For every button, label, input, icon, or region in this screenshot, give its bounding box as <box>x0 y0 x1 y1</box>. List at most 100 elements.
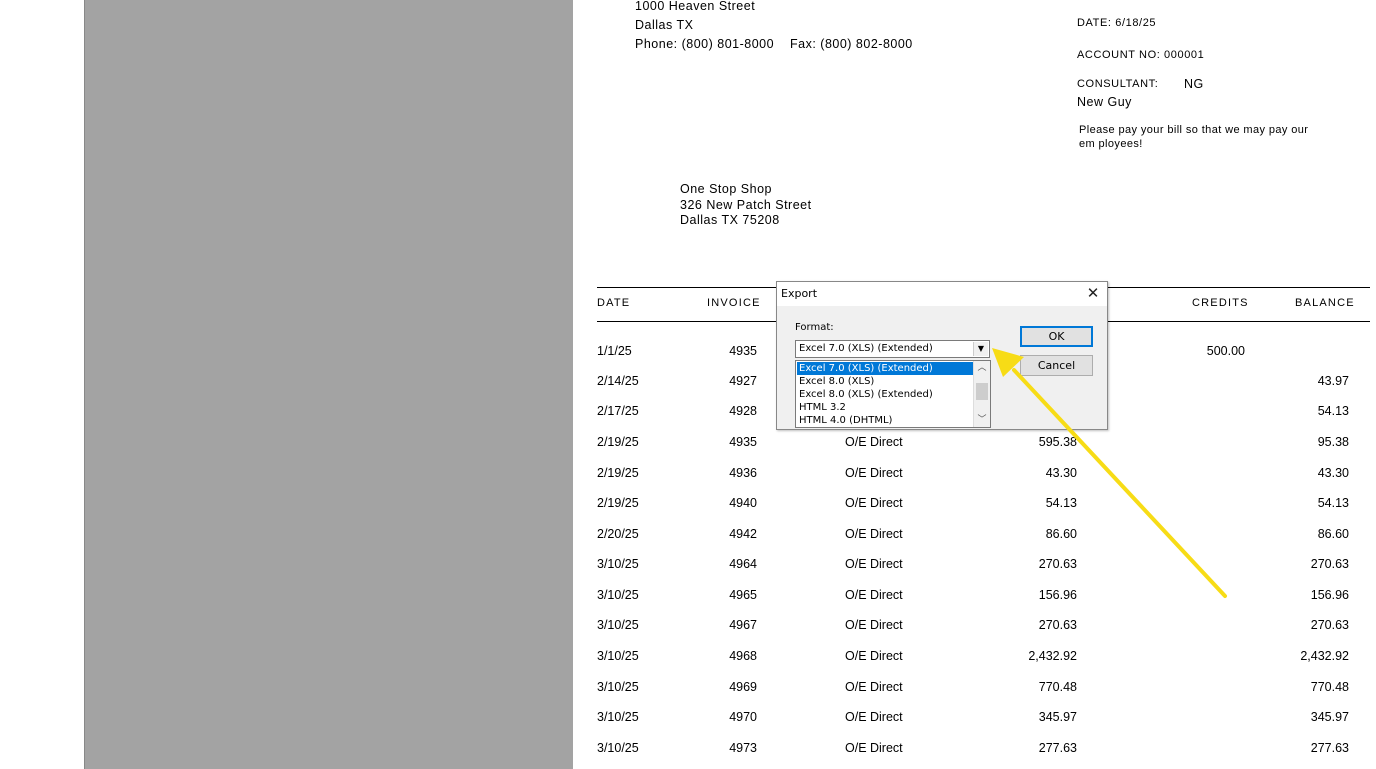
export-dialog: Export ✕ Format: Excel 7.0 (XLS) (Extend… <box>776 281 1108 430</box>
cell-charges: 770.48 <box>1038 680 1077 694</box>
cancel-button[interactable]: Cancel <box>1020 355 1093 376</box>
cell-desc: O/E Direct <box>845 557 903 571</box>
cell-invoice: 4973 <box>729 741 757 755</box>
cell-charges: 595.38 <box>1038 435 1077 449</box>
format-options-list[interactable]: Excel 7.0 (XLS) (Extended) Excel 8.0 (XL… <box>795 360 991 428</box>
recipient-street: 326 New Patch Street <box>680 198 812 212</box>
cell-date: 1/1/25 <box>597 344 632 358</box>
format-option[interactable]: HTML 3.2 <box>797 401 975 414</box>
cell-balance: 270.63 <box>1310 557 1349 571</box>
table-row: 3/10/25 4970 O/E Direct 345.97 345.97 <box>573 710 1376 730</box>
ok-button[interactable]: OK <box>1020 326 1093 347</box>
close-icon[interactable]: ✕ <box>1085 285 1101 301</box>
format-dropdown-value: Excel 7.0 (XLS) (Extended) <box>799 343 933 354</box>
cell-balance: 95.38 <box>1317 435 1349 449</box>
cell-balance: 270.63 <box>1310 618 1349 632</box>
left-margin <box>0 0 84 769</box>
account-number: ACCOUNT NO: 000001 <box>1077 49 1205 61</box>
cell-charges: 345.97 <box>1038 710 1077 724</box>
cell-balance: 54.13 <box>1317 496 1349 510</box>
table-row: 2/19/25 4940 O/E Direct 54.13 54.13 <box>573 496 1376 516</box>
dialog-titlebar: Export ✕ <box>777 282 1107 306</box>
cell-balance: 277.63 <box>1310 741 1349 755</box>
cell-charges: 270.63 <box>1038 618 1077 632</box>
table-row: 2/20/25 4942 O/E Direct 86.60 86.60 <box>573 527 1376 547</box>
table-row: 3/10/25 4968 O/E Direct 2,432.92 2,432.92 <box>573 649 1376 669</box>
cell-balance: 345.97 <box>1310 710 1349 724</box>
cell-date: 3/10/25 <box>597 741 639 755</box>
table-row: 3/10/25 4965 O/E Direct 156.96 156.96 <box>573 588 1376 608</box>
cell-charges: 43.30 <box>1045 466 1077 480</box>
cell-invoice: 4964 <box>729 557 757 571</box>
cell-desc: O/E Direct <box>845 527 903 541</box>
cell-invoice: 4935 <box>729 435 757 449</box>
chevron-down-icon[interactable]: ▼ <box>973 342 988 356</box>
format-option[interactable]: Excel 8.0 (XLS) <box>797 375 975 388</box>
table-row: 3/10/25 4973 O/E Direct 277.63 277.63 <box>573 741 1376 761</box>
column-header-date: DATE <box>597 297 631 309</box>
format-option[interactable]: HTML 4.0 (DHTML) <box>797 414 975 427</box>
cell-credits: 500.00 <box>1206 344 1245 358</box>
cell-invoice: 4940 <box>729 496 757 510</box>
sender-street: 1000 Heaven Street <box>635 0 756 13</box>
table-row: 2/19/25 4935 O/E Direct 595.38 95.38 <box>573 435 1376 455</box>
statement-date: DATE: 6/18/25 <box>1077 17 1157 29</box>
format-option[interactable]: Excel 7.0 (XLS) (Extended) <box>797 362 975 375</box>
cell-date: 3/10/25 <box>597 710 639 724</box>
consultant-label: CONSULTANT: <box>1077 78 1159 90</box>
table-row: 3/10/25 4969 O/E Direct 770.48 770.48 <box>573 680 1376 700</box>
cell-charges: 270.63 <box>1038 557 1077 571</box>
cell-desc: O/E Direct <box>845 649 903 663</box>
format-dropdown[interactable]: Excel 7.0 (XLS) (Extended) ▼ <box>795 340 990 358</box>
cell-charges: 86.60 <box>1045 527 1077 541</box>
consultant-code: NG <box>1184 77 1204 91</box>
cell-desc: O/E Direct <box>845 710 903 724</box>
cell-desc: O/E Direct <box>845 496 903 510</box>
sender-city: Dallas TX <box>635 18 694 32</box>
format-option[interactable]: Excel 8.0 (XLS) (Extended) <box>797 388 975 401</box>
cell-invoice: 4928 <box>729 404 757 418</box>
sender-fax: Fax: (800) 802-8000 <box>790 37 913 51</box>
payment-note-line1: Please pay your bill so that we may pay … <box>1079 124 1309 136</box>
cell-charges: 156.96 <box>1038 588 1077 602</box>
cell-charges: 54.13 <box>1045 496 1077 510</box>
cell-date: 2/19/25 <box>597 435 639 449</box>
cell-balance: 43.30 <box>1317 466 1349 480</box>
cell-invoice: 4968 <box>729 649 757 663</box>
cell-invoice: 4967 <box>729 618 757 632</box>
cell-date: 3/10/25 <box>597 649 639 663</box>
cell-date: 2/14/25 <box>597 374 639 388</box>
cell-balance: 770.48 <box>1310 680 1349 694</box>
column-header-credits: CREDITS <box>1192 297 1249 309</box>
table-row: 2/19/25 4936 O/E Direct 43.30 43.30 <box>573 466 1376 486</box>
table-row: 3/10/25 4967 O/E Direct 270.63 270.63 <box>573 618 1376 638</box>
cell-balance: 43.97 <box>1317 374 1349 388</box>
cell-date: 2/17/25 <box>597 404 639 418</box>
scroll-thumb[interactable] <box>976 383 988 400</box>
column-header-balance: BALANCE <box>1295 297 1355 309</box>
cell-date: 3/10/25 <box>597 680 639 694</box>
cell-charges: 2,432.92 <box>1028 649 1077 663</box>
cell-desc: O/E Direct <box>845 588 903 602</box>
cell-invoice: 4936 <box>729 466 757 480</box>
cell-invoice: 4935 <box>729 344 757 358</box>
scroll-down-icon[interactable]: ﹀ <box>974 413 990 427</box>
recipient-name: One Stop Shop <box>680 182 772 196</box>
cell-date: 3/10/25 <box>597 618 639 632</box>
cell-invoice: 4969 <box>729 680 757 694</box>
cell-date: 2/19/25 <box>597 496 639 510</box>
cell-desc: O/E Direct <box>845 618 903 632</box>
payment-note-line2: em ployees! <box>1079 138 1143 150</box>
scroll-up-icon[interactable]: ︿ <box>974 361 990 375</box>
column-header-invoice: INVOICE <box>707 297 761 309</box>
cell-desc: O/E Direct <box>845 466 903 480</box>
recipient-city: Dallas TX 75208 <box>680 213 780 227</box>
cell-date: 2/19/25 <box>597 466 639 480</box>
format-label: Format: <box>795 322 834 333</box>
cell-balance: 2,432.92 <box>1300 649 1349 663</box>
cell-charges: 277.63 <box>1038 741 1077 755</box>
cell-invoice: 4942 <box>729 527 757 541</box>
cell-desc: O/E Direct <box>845 741 903 755</box>
cell-desc: O/E Direct <box>845 435 903 449</box>
list-scrollbar[interactable]: ︿ ﹀ <box>973 361 990 427</box>
